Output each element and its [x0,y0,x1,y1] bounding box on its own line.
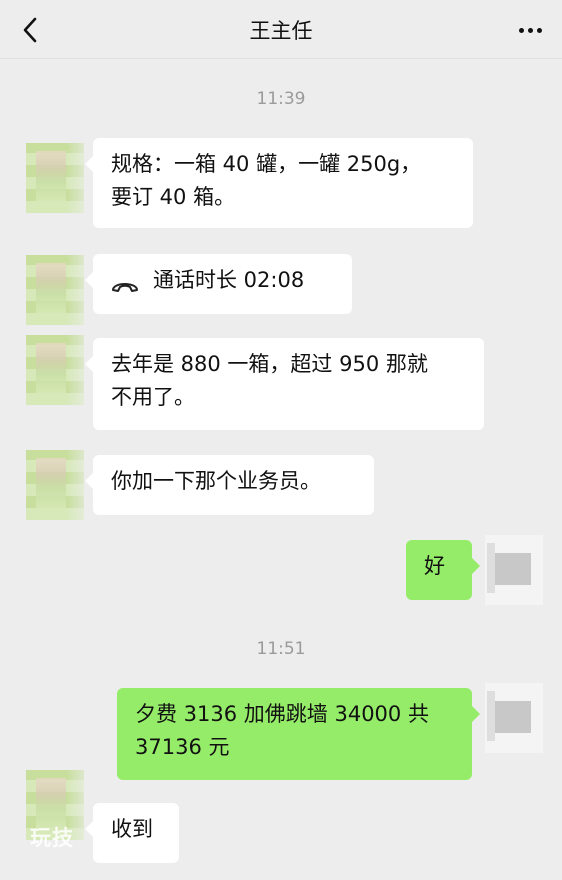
contact-avatar[interactable] [26,255,84,325]
message-bubble[interactable]: 去年是 880 一箱，超过 950 那就 不用了。 [85,338,484,430]
message-bubble[interactable]: 规格：一箱 40 罐，一罐 250g， 要订 40 箱。 [85,138,473,228]
message-timestamp: 11:39 [256,89,306,109]
more-dot-icon [527,27,533,33]
message-line: 夕费 3136 加佛跳墙 34000 共 [135,702,429,726]
message-line: 要订 40 箱。 [111,185,236,209]
message-line: 收到 [111,817,153,841]
message-line: 规格：一箱 40 罐，一罐 250g， [111,152,422,176]
call-duration-text: 通话时长 02:08 [153,268,305,292]
message-line: 不用了。 [111,385,195,409]
more-dot-icon [536,27,542,33]
message-bubble[interactable]: 你加一下那个业务员。 [85,455,374,515]
contact-avatar[interactable] [26,143,84,213]
watermark: 玩技 [30,826,74,850]
message-line: 好 [424,554,445,578]
message-line: 37136 元 [135,735,230,759]
sent-message-bubble[interactable]: 好 [406,540,480,600]
user-avatar[interactable] [485,535,543,605]
sent-message-bubble[interactable]: 夕费 3136 加佛跳墙 34000 共 37136 元 [117,688,480,780]
contact-avatar[interactable] [26,335,84,405]
message-line: 去年是 880 一箱，超过 950 那就 [111,352,428,376]
call-record-bubble[interactable]: 通话时长 02:08 [85,254,352,314]
message-bubble[interactable]: 收到 [85,803,179,863]
message-timestamp: 11:51 [256,639,306,659]
phone-icon [111,271,139,292]
user-avatar[interactable] [485,683,543,753]
chat-header: 王主任 [0,0,562,59]
contact-avatar[interactable] [26,450,84,520]
more-dot-icon [518,27,524,33]
chat-title: 王主任 [249,19,313,43]
more-options-button[interactable] [512,14,548,46]
message-line: 你加一下那个业务员。 [111,469,321,493]
